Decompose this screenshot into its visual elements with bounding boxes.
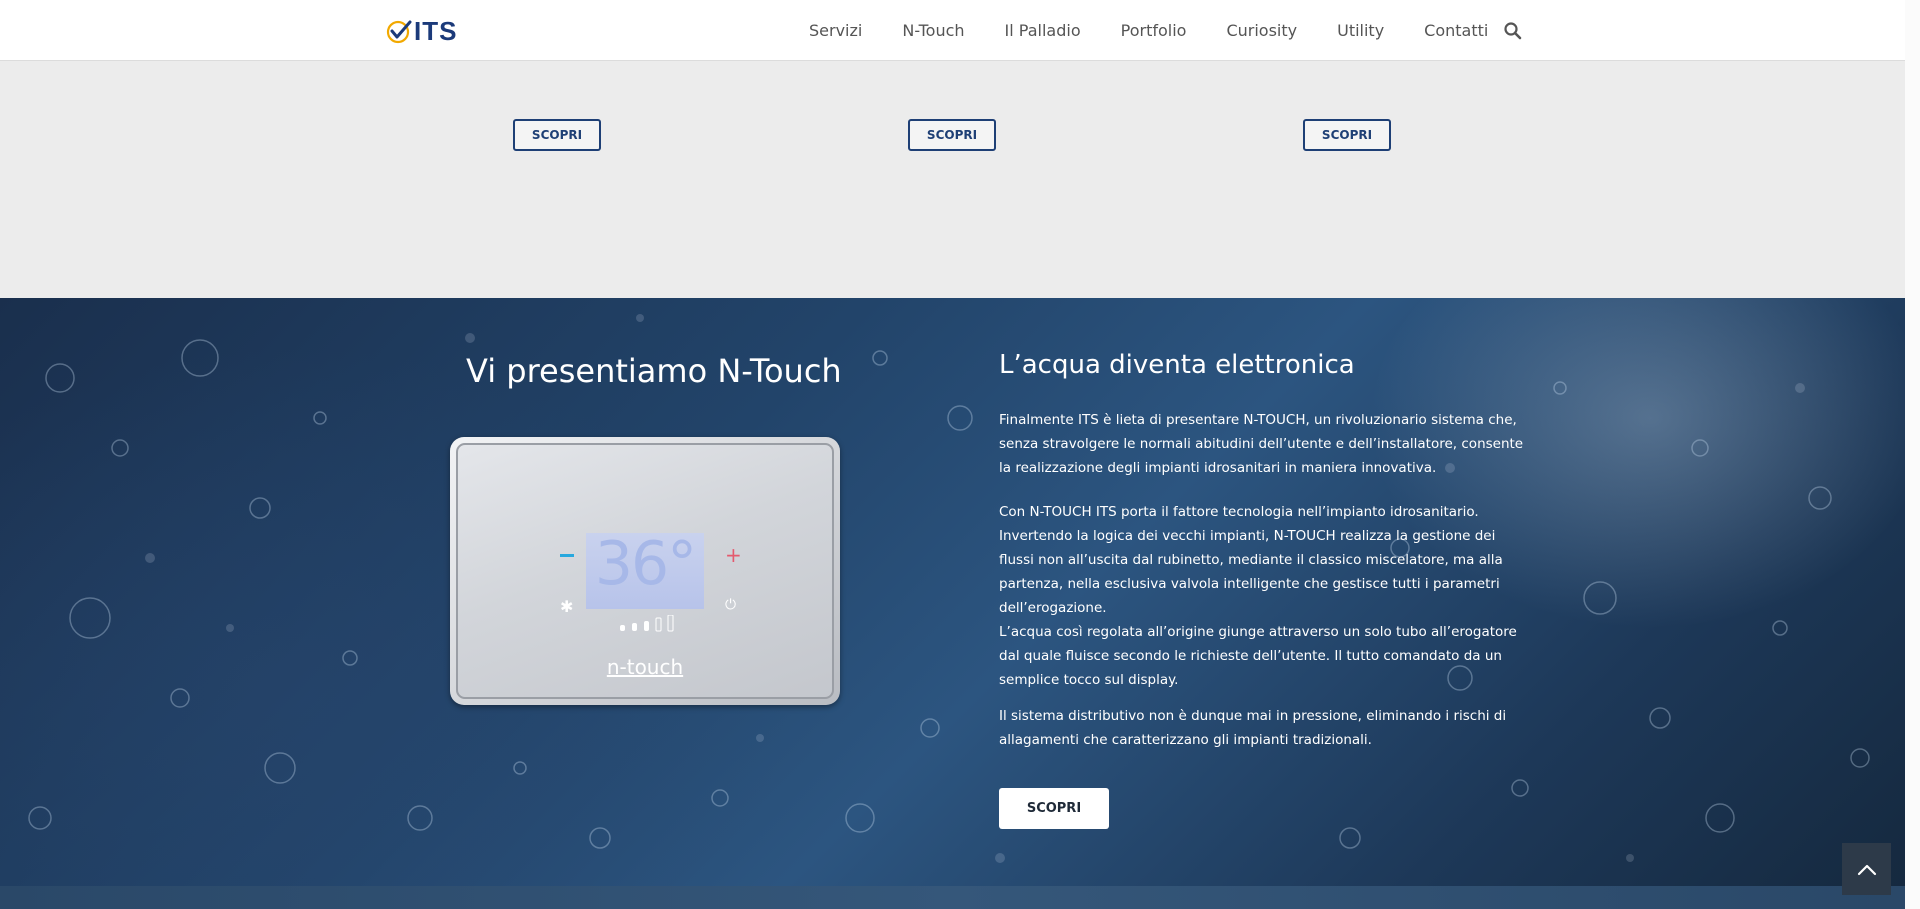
section-title: L’acqua diventa elettronica bbox=[999, 350, 1355, 380]
main-nav: Servizi N-Touch Il Palladio Portfolio Cu… bbox=[809, 0, 1528, 60]
scopri-button-2[interactable]: SCOPRI bbox=[908, 119, 996, 151]
scopri-button-1[interactable]: SCOPRI bbox=[513, 119, 601, 151]
nav-item-portfolio[interactable]: Portfolio bbox=[1121, 21, 1187, 40]
nav-item-utility[interactable]: Utility bbox=[1337, 21, 1384, 40]
logo-text: ITS bbox=[414, 15, 458, 46]
power-icon: ⏻ bbox=[725, 597, 737, 613]
pressure-paragraph: Il sistema distributivo non è dunque mai… bbox=[999, 708, 1507, 748]
device-brand-label: n-touch bbox=[606, 655, 684, 679]
ntouch-presentation-title: Vi presentiamo N-Touch bbox=[466, 352, 842, 390]
nav-item-contatti[interactable]: Contatti bbox=[1424, 21, 1488, 40]
chevron-up-icon bbox=[1857, 864, 1876, 876]
regulation-text: L’acqua così regolata all’origine giunge… bbox=[999, 624, 1517, 688]
logo-check-icon bbox=[386, 20, 412, 44]
intro-paragraph: Finalmente ITS è lieta di presentare N-T… bbox=[999, 412, 1524, 476]
scopri-button-3[interactable]: SCOPRI bbox=[1303, 119, 1391, 151]
snowflake-icon: ✱ bbox=[560, 597, 574, 616]
technology-paragraph: Con N-TOUCH ITS porta il fattore tecnolo… bbox=[999, 500, 1524, 692]
device-panel: 36° + ✱ ⏻ n-touch bbox=[456, 443, 834, 699]
site-logo[interactable]: ITS bbox=[386, 16, 457, 46]
next-section-strip bbox=[0, 886, 1905, 909]
minus-icon bbox=[560, 554, 574, 557]
back-to-top-button[interactable] bbox=[1842, 843, 1891, 895]
water-bubbles-background bbox=[28, 314, 1870, 863]
site-header: ITS Servizi N-Touch Il Palladio Portfoli… bbox=[0, 0, 1905, 61]
search-icon[interactable] bbox=[1503, 21, 1523, 41]
device-temperature: 36° bbox=[594, 529, 697, 599]
nav-item-servizi[interactable]: Servizi bbox=[809, 21, 862, 40]
scopri-ntouch-button[interactable]: SCOPRI bbox=[999, 788, 1109, 829]
nav-item-curiosity[interactable]: Curiosity bbox=[1226, 21, 1297, 40]
plus-icon: + bbox=[725, 543, 742, 567]
technology-text: Con N-TOUCH ITS porta il fattore tecnolo… bbox=[999, 504, 1503, 616]
nav-item-n-touch[interactable]: N-Touch bbox=[902, 21, 964, 40]
nav-item-il-palladio[interactable]: Il Palladio bbox=[1005, 21, 1081, 40]
ntouch-device-image: 36° + ✱ ⏻ n-touch bbox=[450, 437, 840, 705]
ntouch-hero-section: Vi presentiamo N-Touch 36° + ✱ ⏻ n-touch… bbox=[0, 298, 1905, 886]
flow-level-icon bbox=[620, 615, 674, 632]
scrollbar-track[interactable] bbox=[1905, 0, 1920, 909]
